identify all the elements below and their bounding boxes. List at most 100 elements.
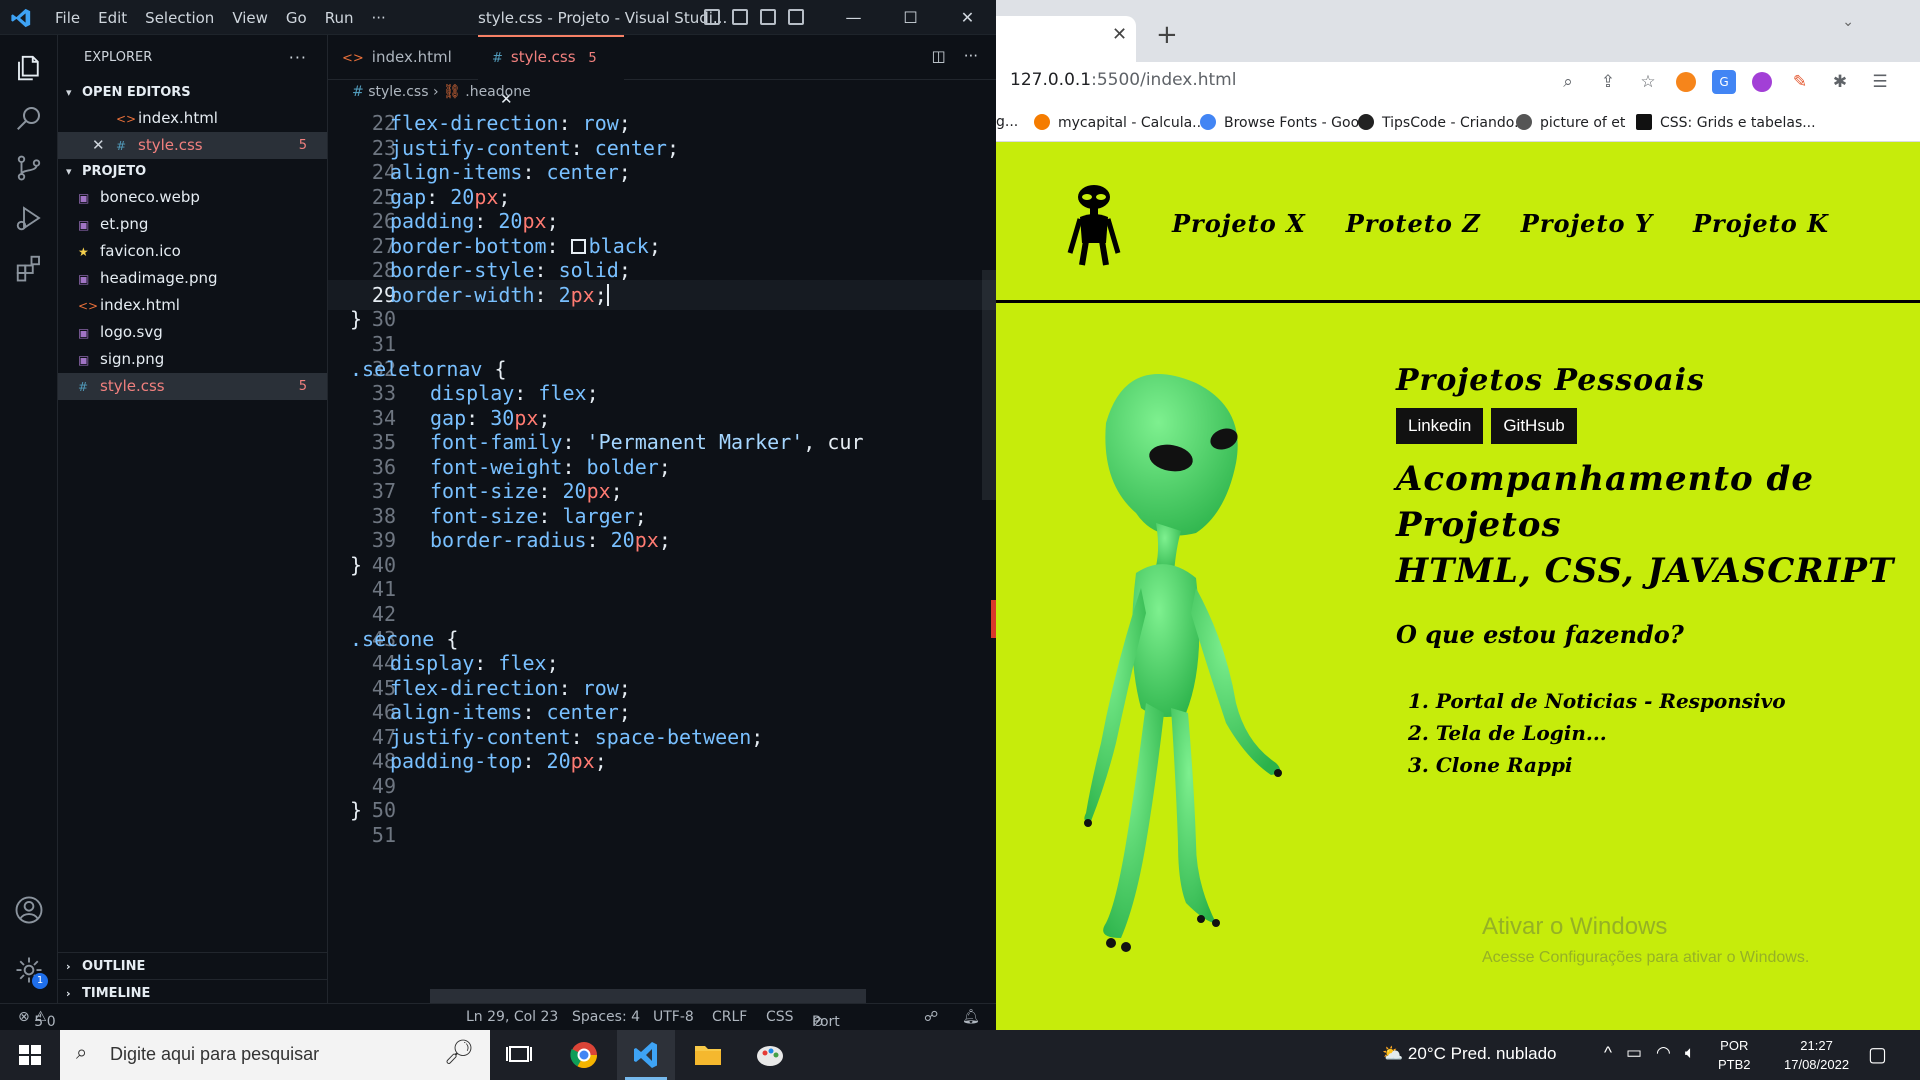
explorer-more-icon[interactable]: ···	[289, 35, 307, 80]
open-editor-style-css[interactable]: ✕ # style.css 5	[58, 132, 327, 159]
close-button[interactable]: ✕	[939, 0, 996, 35]
open-editors-section[interactable]: ▾ OPEN EDITORS	[58, 80, 327, 105]
search-icon[interactable]	[14, 103, 44, 133]
file-item[interactable]: ▣ boneco.webp	[58, 184, 327, 211]
cursor-position[interactable]: Ln 29, Col 23	[466, 1009, 558, 1025]
menu-file[interactable]: File	[46, 9, 89, 27]
pen-icon[interactable]: ✎	[1788, 70, 1812, 94]
source-control-icon[interactable]	[14, 153, 44, 183]
encoding[interactable]: UTF-8	[653, 1009, 694, 1025]
menu-edit[interactable]: Edit	[89, 9, 136, 27]
chrome-icon[interactable]	[555, 1030, 613, 1080]
bookmark-star-icon[interactable]: ☆	[1636, 70, 1660, 94]
tab-index-html[interactable]: <> index.html	[328, 35, 478, 80]
editor-scrollbar-thumb[interactable]	[982, 270, 996, 500]
language-mode[interactable]: CSS	[766, 1009, 794, 1025]
notifications-bell-icon[interactable]: 🔔︎	[962, 1009, 980, 1025]
project-list: 1. Portal de Noticias - Responsivo 2. Te…	[1408, 685, 1896, 781]
vscode-taskbar-icon[interactable]	[617, 1030, 675, 1080]
tab-search-chevron-icon[interactable]: ⌄	[1842, 14, 1854, 30]
bookmark-item[interactable]: Browse Fonts - Goo...	[1200, 114, 1372, 131]
bookmark-item[interactable]: TipsCode - Criando...	[1358, 114, 1527, 131]
metamask-icon[interactable]	[1676, 72, 1696, 92]
extension-color-icon[interactable]	[1752, 72, 1772, 92]
file-item[interactable]: ▣ logo.svg	[58, 319, 327, 346]
code-token: :	[522, 749, 547, 774]
toggle-sidebar-icon[interactable]	[704, 9, 720, 25]
toggle-secondary-sidebar-icon[interactable]	[760, 9, 776, 25]
problems-indicator[interactable]: ⊗ 5 ⚠ 0	[18, 1009, 56, 1030]
taskbar-search-box[interactable]: ⌕ Digite aqui para pesquisar 🔎︎	[60, 1030, 490, 1080]
menu-run[interactable]: Run	[316, 9, 363, 27]
zoom-icon[interactable]: ⌕	[1556, 70, 1580, 94]
paint-icon[interactable]	[741, 1030, 799, 1080]
new-tab-icon[interactable]: +	[1156, 20, 1178, 50]
menu-view[interactable]: View	[223, 9, 277, 27]
open-editor-index-html[interactable]: <> index.html	[58, 105, 327, 132]
run-debug-icon[interactable]	[14, 203, 44, 233]
feedback-icon[interactable]: ☍	[924, 1009, 938, 1025]
breadcrumb-symbol[interactable]: .headone	[465, 84, 530, 100]
task-view-icon[interactable]	[490, 1030, 548, 1080]
bookmark-item[interactable]: mycapital - Calcula...	[1034, 114, 1206, 131]
reading-list-icon[interactable]: ☰	[1868, 70, 1892, 94]
code-editor[interactable]: 22 flex-direction: row; 23 justify-content:…	[328, 108, 996, 1003]
file-item[interactable]: ▣ et.png	[58, 211, 327, 238]
breadcrumb-file[interactable]: style.css	[368, 84, 428, 100]
code-token: flex-direction	[390, 675, 559, 700]
indentation[interactable]: Spaces: 4	[572, 1009, 640, 1025]
end-of-line[interactable]: CRLF	[712, 1009, 747, 1025]
url-field[interactable]: 127.0.0.1:5500/index.html	[1010, 70, 1236, 90]
close-editor-icon[interactable]: ✕	[92, 132, 105, 159]
explorer-icon[interactable]	[14, 53, 44, 83]
timeline-section[interactable]: › TIMELINE	[58, 979, 328, 1006]
tab-close-icon[interactable]: ✕	[1112, 24, 1127, 45]
account-icon[interactable]	[14, 895, 44, 925]
linkedin-button[interactable]: Linkedin	[1396, 408, 1484, 444]
horizontal-scrollbar[interactable]	[430, 989, 866, 1003]
project-section[interactable]: ▾ PROJETO	[58, 159, 327, 184]
file-item[interactable]: ▣ sign.png	[58, 346, 327, 373]
file-item[interactable]: ▣ headimage.png	[58, 265, 327, 292]
language-indicator[interactable]: POR PTB2	[1718, 1036, 1751, 1074]
code-token: px	[570, 749, 595, 774]
nav-projeto-k[interactable]: Projeto K	[1693, 209, 1829, 238]
extensions-icon[interactable]	[14, 253, 44, 283]
bookmark-item[interactable]: CSS: Grids e tabelas...	[1636, 114, 1816, 131]
menu-go[interactable]: Go	[277, 9, 316, 27]
menu-selection[interactable]: Selection	[136, 9, 223, 27]
bookmark-item[interactable]: picture of et	[1516, 114, 1625, 131]
github-button[interactable]: GitHsub	[1491, 408, 1577, 444]
nav-proteto-z[interactable]: Proteto Z	[1346, 209, 1481, 238]
code-token: ;	[634, 503, 647, 528]
tray-chevron-icon[interactable]: ^	[1604, 1043, 1612, 1063]
bookmark-item[interactable]: g...	[996, 114, 1018, 130]
windows-start-icon[interactable]	[0, 1030, 60, 1080]
menu-more[interactable]: ···	[363, 9, 395, 27]
notification-center-icon[interactable]: ▢	[1868, 1042, 1887, 1067]
clock[interactable]: 21:27 17/08/2022	[1784, 1036, 1849, 1074]
file-item[interactable]: ★ favicon.ico	[58, 238, 327, 265]
customize-layout-icon[interactable]	[788, 9, 804, 25]
share-icon[interactable]: ⇪	[1596, 70, 1620, 94]
split-editor-icon[interactable]: ◫	[932, 47, 946, 65]
maximize-button[interactable]: ☐	[882, 0, 939, 35]
translate-icon[interactable]: G	[1712, 70, 1736, 94]
toggle-panel-icon[interactable]	[732, 9, 748, 25]
battery-icon[interactable]: ▭	[1626, 1043, 1642, 1063]
file-item[interactable]: <> index.html	[58, 292, 327, 319]
nav-projeto-y[interactable]: Projeto Y	[1521, 209, 1653, 238]
alien-logo-icon[interactable]	[1062, 183, 1126, 267]
minimize-button[interactable]: —	[825, 0, 882, 35]
wifi-icon[interactable]: ◠	[1656, 1043, 1671, 1063]
nav-projeto-x[interactable]: Projeto X	[1172, 209, 1306, 238]
more-actions-icon[interactable]: ···	[964, 47, 978, 65]
volume-icon[interactable]: 🔈︎	[1685, 1043, 1695, 1063]
outline-section[interactable]: › OUTLINE	[58, 952, 328, 979]
code-token: ;	[586, 381, 599, 406]
extensions-puzzle-icon[interactable]: ✱	[1828, 70, 1852, 94]
file-item[interactable]: # style.css 5	[58, 373, 327, 400]
tab-style-css[interactable]: # style.css 5 ✕	[478, 35, 624, 108]
file-explorer-icon[interactable]	[679, 1030, 737, 1080]
weather-widget[interactable]: ⛅ 20°C Pred. nublado	[1382, 1044, 1556, 1064]
